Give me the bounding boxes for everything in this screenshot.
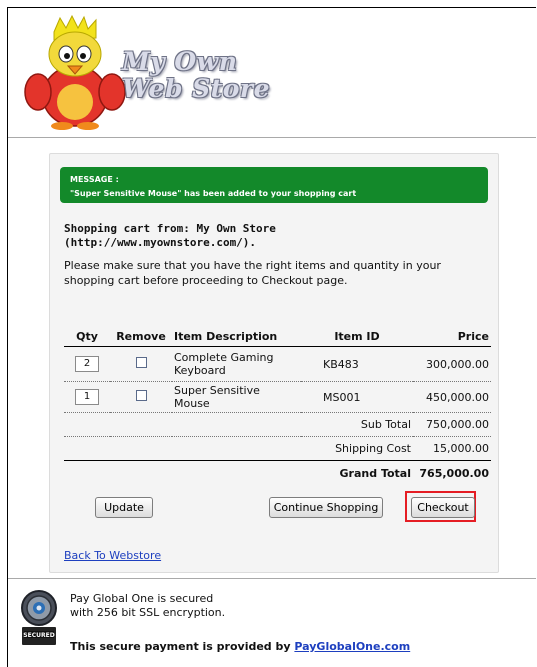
item-price: 450,000.00 [413, 381, 491, 413]
cart-panel: MESSAGE : "Super Sensitive Mouse" has be… [49, 153, 499, 573]
grand-total-row: Grand Total 765,000.00 [64, 460, 491, 485]
qty-input[interactable]: 1 [75, 389, 99, 405]
footer-divider [8, 578, 536, 579]
item-description: Complete Gaming Keyboard [172, 346, 301, 382]
payglobalone-link[interactable]: PayGlobalOne.com [294, 640, 410, 653]
security-line1: Pay Global One is secured [70, 592, 214, 605]
col-qty: Qty [64, 326, 110, 347]
provided-by-text: This secure payment is provided by PayGl… [70, 640, 410, 653]
remove-checkbox[interactable] [135, 390, 147, 401]
item-id: KB483 [301, 346, 413, 382]
back-to-webstore-link[interactable]: Back To Webstore [64, 549, 161, 562]
page-frame: My Own Web Store MESSAGE : "Super Sensit… [7, 7, 536, 667]
item-id: MS001 [301, 381, 413, 413]
security-line2: with 256 bit SSL encryption. [70, 606, 226, 619]
grand-total-value: 765,000.00 [413, 460, 491, 485]
col-price: Price [413, 326, 491, 347]
store-header: My Own Web Store [8, 8, 536, 138]
message-text: "Super Sensitive Mouse" has been added t… [70, 189, 357, 198]
item-description: Super Sensitive Mouse [172, 381, 301, 413]
subtotal-label: Sub Total [64, 412, 413, 437]
col-description: Item Description [172, 326, 301, 347]
svg-text:SECURED: SECURED [23, 632, 54, 639]
cart-heading-line2: (http://www.myownstore.com/). [64, 236, 257, 249]
cart-heading-line1: Shopping cart from: My Own Store [64, 222, 276, 235]
cart-header-row: Qty Remove Item Description Item ID Pric… [64, 326, 491, 347]
store-name: My Own Web Store [122, 48, 282, 102]
update-button[interactable]: Update [95, 497, 153, 518]
shipping-label: Shipping Cost [64, 436, 413, 461]
message-banner: MESSAGE : "Super Sensitive Mouse" has be… [60, 167, 488, 203]
secured-seal-icon: SECURED [21, 590, 57, 645]
qty-input[interactable]: 2 [75, 356, 99, 372]
shipping-row: Shipping Cost 15,000.00 [64, 436, 491, 461]
col-item-id: Item ID [301, 326, 413, 347]
shipping-value: 15,000.00 [413, 436, 491, 461]
store-name-line2: Web Store [122, 74, 270, 103]
subtotal-row: Sub Total 750,000.00 [64, 412, 491, 437]
continue-shopping-button[interactable]: Continue Shopping [269, 497, 383, 518]
header-divider [8, 137, 536, 138]
item-price: 300,000.00 [413, 346, 491, 382]
cart-table: Qty Remove Item Description Item ID Pric… [64, 326, 491, 485]
col-remove: Remove [110, 326, 172, 347]
provided-by-prefix: This secure payment is provided by [70, 640, 295, 653]
subtotal-value: 750,000.00 [413, 412, 491, 437]
table-row: 1 Super Sensitive Mouse MS001 450,000.00 [64, 381, 491, 413]
store-mascot-logo [24, 14, 126, 130]
grand-total-label: Grand Total [64, 460, 413, 485]
table-row: 2 Complete Gaming Keyboard KB483 300,000… [64, 346, 491, 382]
security-text: Pay Global One is secured with 256 bit S… [70, 592, 225, 620]
store-name-line1: My Own [122, 47, 238, 76]
message-title: MESSAGE : [70, 175, 119, 184]
checkout-button[interactable]: Checkout [411, 497, 475, 518]
cart-note: Please make sure that you have the right… [64, 259, 441, 287]
cart-heading: Shopping cart from: My Own Store (http:/… [64, 222, 484, 250]
remove-checkbox[interactable] [135, 357, 147, 368]
